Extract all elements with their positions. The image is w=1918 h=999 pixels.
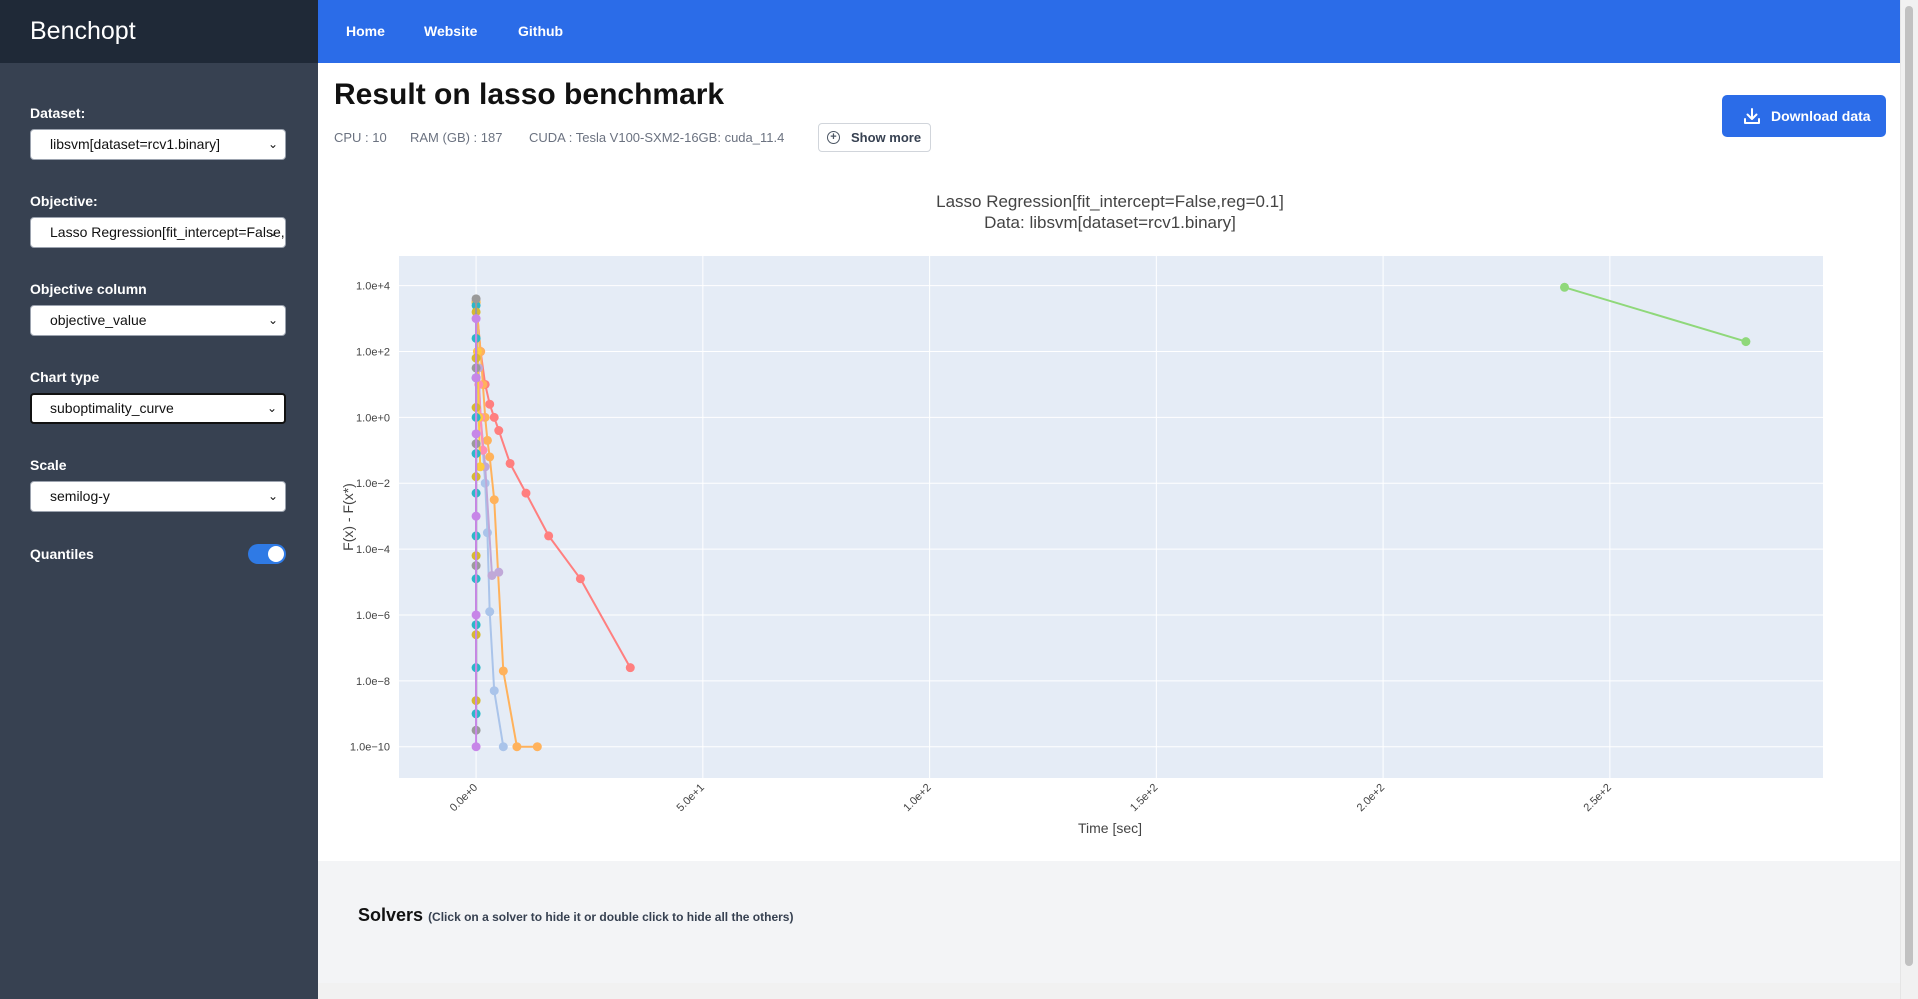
data-point (489, 495, 499, 505)
data-point (512, 742, 522, 752)
data-point (521, 488, 531, 498)
cuda-info: CUDA : Tesla V100-SXM2-16GB: cuda_11.4 (529, 130, 785, 145)
data-point (1741, 337, 1751, 347)
objective-column-select[interactable]: objective_value ⌄ (30, 305, 286, 336)
ram-info: RAM (GB) : 187 (410, 130, 503, 145)
objective-column-label: Objective column (30, 281, 147, 297)
quantiles-row: Quantiles (30, 543, 286, 565)
download-data-label: Download data (1771, 108, 1871, 124)
chart-subtitle: Data: libsvm[dataset=rcv1.binary] (984, 213, 1236, 232)
objective-column-select-value: objective_value (50, 312, 147, 328)
dataset-field: Dataset: libsvm[dataset=rcv1.binary] ⌄ (30, 105, 286, 160)
show-more-button[interactable]: + Show more (818, 123, 931, 152)
data-point (489, 412, 499, 422)
objective-select[interactable]: Lasso Regression[fit_intercept=False,reg… (30, 217, 286, 248)
data-point (471, 373, 481, 383)
data-point (489, 686, 499, 696)
data-point (494, 567, 504, 577)
download-data-button[interactable]: Download data (1722, 95, 1886, 137)
solvers-heading: Solvers (Click on a solver to hide it or… (358, 905, 793, 926)
chevron-down-icon: ⌄ (267, 313, 278, 327)
data-point (532, 742, 542, 752)
data-point (485, 607, 495, 617)
plus-circle-icon: + (827, 131, 840, 144)
objective-column-field: Objective column objective_value ⌄ (30, 281, 286, 336)
objective-select-value: Lasso Regression[fit_intercept=False,reg… (50, 224, 285, 240)
chart-type-label: Chart type (30, 369, 100, 385)
scale-label: Scale (30, 457, 67, 473)
vertical-scrollbar[interactable] (1900, 0, 1918, 999)
x-axis: 0.0e+0 5.0e+1 1.0e+2 1.5e+2 2.0e+2 2.5e+2 (448, 782, 1614, 814)
toggle-knob (268, 546, 284, 562)
data-point (471, 742, 481, 752)
y-tick-label: 1.0e+2 (356, 347, 390, 359)
chart-type-select[interactable]: suboptimality_curve ⌄ (30, 393, 286, 424)
scale-field: Scale semilog-y ⌄ (30, 457, 286, 512)
x-tick-label: 1.5e+2 (1128, 782, 1160, 814)
quantiles-label: Quantiles (30, 546, 94, 562)
y-tick-label: 1.0e−8 (356, 676, 390, 688)
nav-home-link[interactable]: Home (346, 0, 385, 63)
x-tick-label: 2.0e+2 (1355, 782, 1387, 814)
x-axis-label: Time [sec] (1078, 820, 1142, 836)
data-point (498, 666, 508, 676)
objective-label: Objective: (30, 193, 98, 209)
data-point (505, 458, 515, 468)
x-tick-label: 2.5e+2 (1581, 782, 1613, 814)
top-navbar: Home Website Github (318, 0, 1900, 63)
y-tick-label: 1.0e−6 (356, 610, 390, 622)
data-point (471, 511, 481, 521)
chart-type-select-value: suboptimality_curve (50, 400, 174, 416)
data-point (471, 610, 481, 620)
scale-select-value: semilog-y (50, 488, 110, 504)
data-point (471, 429, 481, 439)
y-tick-label: 1.0e−2 (356, 478, 390, 490)
chevron-down-icon: ⌄ (267, 489, 278, 503)
page-title: Result on lasso benchmark (334, 78, 725, 111)
cpu-info: CPU : 10 (334, 130, 387, 145)
y-tick-label: 1.0e−10 (350, 742, 390, 754)
suboptimality-chart[interactable]: Lasso Regression[fit_intercept=False,reg… (318, 160, 1900, 860)
data-point (485, 399, 495, 409)
y-axis-label: F(x) - F(x*) (340, 483, 356, 551)
show-more-label: Show more (851, 130, 922, 145)
data-point (482, 435, 492, 445)
dataset-select[interactable]: libsvm[dataset=rcv1.binary] ⌄ (30, 129, 286, 160)
scale-select[interactable]: semilog-y ⌄ (30, 481, 286, 512)
download-icon (1744, 108, 1760, 124)
dataset-label: Dataset: (30, 105, 86, 121)
dataset-select-value: libsvm[dataset=rcv1.binary] (50, 136, 221, 152)
data-point (498, 742, 508, 752)
chart-type-field: Chart type suboptimality_curve ⌄ (30, 369, 286, 424)
data-point (544, 531, 554, 541)
chevron-down-icon: ⌄ (266, 401, 277, 415)
x-tick-label: 0.0e+0 (448, 782, 480, 814)
app-title[interactable]: Benchopt (0, 0, 318, 63)
data-point (471, 314, 481, 324)
data-point (1560, 282, 1570, 292)
data-point (485, 452, 495, 462)
y-tick-label: 1.0e+4 (356, 281, 390, 293)
x-tick-label: 5.0e+1 (674, 782, 706, 814)
data-point (625, 663, 635, 673)
quantiles-toggle[interactable] (248, 544, 286, 564)
objective-field: Objective: Lasso Regression[fit_intercep… (30, 193, 286, 248)
y-tick-label: 1.0e+0 (356, 412, 390, 424)
sidebar: Benchopt Dataset: libsvm[dataset=rcv1.bi… (0, 0, 318, 999)
data-point (471, 294, 481, 304)
x-tick-label: 1.0e+2 (901, 782, 933, 814)
data-point (482, 528, 492, 538)
horizontal-scrollbar[interactable] (318, 983, 1900, 999)
data-point (494, 426, 504, 436)
nav-website-link[interactable]: Website (424, 0, 477, 63)
chevron-down-icon: ⌄ (267, 225, 278, 239)
solvers-hint: (Click on a solver to hide it or double … (428, 910, 794, 924)
nav-github-link[interactable]: Github (518, 0, 563, 63)
solvers-title: Solvers (358, 905, 424, 925)
chart-title: Lasso Regression[fit_intercept=False,reg… (936, 192, 1284, 211)
scrollbar-thumb[interactable] (1905, 6, 1913, 966)
y-tick-label: 1.0e−4 (356, 544, 390, 556)
data-point (575, 574, 585, 584)
chevron-down-icon: ⌄ (267, 137, 278, 151)
